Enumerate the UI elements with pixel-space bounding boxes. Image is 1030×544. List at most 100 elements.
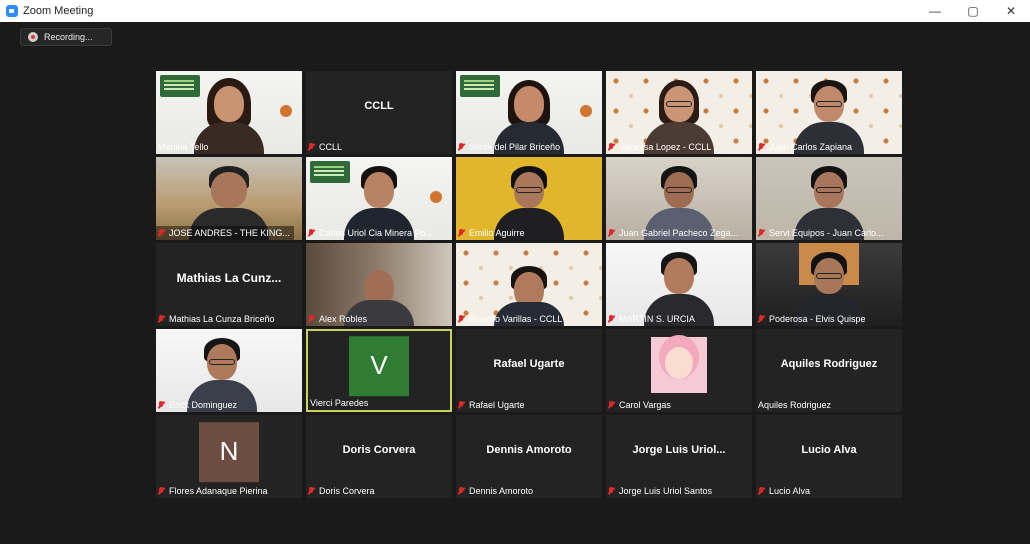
- participant-name: Vanessa Lopez - CCLL: [606, 140, 715, 154]
- participant-name: Sonia del Pilar Briceño: [456, 140, 564, 154]
- participant-tile[interactable]: Doris Corvera Doris Corvera: [306, 415, 452, 498]
- participant-tile[interactable]: Aquiles Rodriguez Aquiles Rodriguez: [756, 329, 902, 412]
- participant-tile[interactable]: Ricardo Varillas - CCLL: [456, 243, 602, 326]
- participant-tile[interactable]: Jorge Luis Uriol... Jorge Luis Uriol San…: [606, 415, 752, 498]
- participant-tile[interactable]: CCLL CCLL: [306, 71, 452, 154]
- mic-muted-icon: [158, 487, 164, 495]
- participant-tile[interactable]: Sonia del Pilar Briceño: [456, 71, 602, 154]
- participant-tile[interactable]: Dennis Amoroto Dennis Amoroto: [456, 415, 602, 498]
- mic-muted-icon: [158, 229, 164, 237]
- glasses: [516, 187, 542, 193]
- participant-tile[interactable]: Alex Robles: [306, 243, 452, 326]
- mic-muted-icon: [758, 143, 764, 151]
- participant-tile[interactable]: Juan Gabriel Pacheco Zega...: [606, 157, 752, 240]
- recording-label: Recording...: [44, 32, 93, 42]
- mic-muted-icon: [758, 315, 764, 323]
- participant-tile[interactable]: Juan Carlos Zapiana: [756, 71, 902, 154]
- participant-name: MARTIN S. URCIA: [606, 312, 699, 326]
- mic-muted-icon: [758, 229, 764, 237]
- participant-name: Servi Equipos - Juan Carlo...: [756, 226, 888, 240]
- recording-indicator[interactable]: Recording...: [20, 28, 112, 46]
- participant-tile[interactable]: Rafael Ugarte Rafael Ugarte: [456, 329, 602, 412]
- participant-tile[interactable]: Carlos Uriol Cia Minera Po...: [306, 157, 452, 240]
- glasses: [816, 273, 842, 279]
- mic-muted-icon: [458, 487, 464, 495]
- participant-display-name: Doris Corvera: [342, 443, 416, 456]
- participant-display-name: Dennis Amoroto: [486, 443, 572, 456]
- mic-muted-icon: [308, 487, 314, 495]
- participant-tile[interactable]: Mathias La Cunz... Mathias La Cunza Bric…: [156, 243, 302, 326]
- mic-muted-icon: [608, 229, 614, 237]
- participant-tile[interactable]: Emilio Aguirre: [456, 157, 602, 240]
- participant-display-name: Aquiles Rodriguez: [780, 357, 878, 370]
- participant-tile[interactable]: Carol Vargas: [606, 329, 752, 412]
- close-button[interactable]: ✕: [992, 0, 1030, 22]
- participant-name: Emilio Aguirre: [456, 226, 529, 240]
- glasses: [666, 101, 692, 107]
- participant-display-name: CCLL: [364, 99, 394, 112]
- participant-name: CCLL: [306, 140, 346, 154]
- mic-muted-icon: [458, 229, 464, 237]
- restore-button[interactable]: ▢: [954, 0, 992, 22]
- participant-tile[interactable]: JOSE ANDRES - THE KING...: [156, 157, 302, 240]
- participant-tile[interactable]: Poderosa - Elvis Quispe: [756, 243, 902, 326]
- participant-name: Carlos Uriol Cia Minera Po...: [306, 226, 437, 240]
- participant-tile[interactable]: MARTIN S. URCIA: [606, 243, 752, 326]
- recording-icon: [28, 32, 38, 42]
- mic-muted-icon: [158, 401, 164, 409]
- mic-muted-icon: [608, 315, 614, 323]
- mic-muted-icon: [608, 143, 614, 151]
- participant-tile[interactable]: Mariela Tello: [156, 71, 302, 154]
- mic-muted-icon: [758, 487, 764, 495]
- mic-muted-icon: [458, 315, 464, 323]
- participant-name: Mariela Tello: [158, 142, 209, 152]
- participant-name: Lucio Alva: [756, 484, 814, 498]
- meeting-content: Recording... Mariela Tello CCLL CCLL Son…: [16, 22, 1030, 544]
- participant-name: Rafael Ugarte: [456, 398, 529, 412]
- participant-tile[interactable]: Erick Dominguez: [156, 329, 302, 412]
- mic-muted-icon: [308, 315, 314, 323]
- glasses: [208, 359, 235, 365]
- window-controls: — ▢ ✕: [916, 0, 1030, 22]
- mic-muted-icon: [308, 143, 314, 151]
- participant-name: Juan Carlos Zapiana: [756, 140, 856, 154]
- minimize-button[interactable]: —: [916, 0, 954, 22]
- participant-name: Dennis Amoroto: [456, 484, 537, 498]
- glasses: [666, 187, 692, 193]
- participant-name: Doris Corvera: [306, 484, 379, 498]
- participant-name: Erick Dominguez: [156, 398, 241, 412]
- participant-avatar: V: [349, 335, 409, 396]
- participant-name: Alex Robles: [306, 312, 371, 326]
- participant-tile[interactable]: Lucio Alva Lucio Alva: [756, 415, 902, 498]
- participant-name: Jorge Luis Uriol Santos: [606, 484, 716, 498]
- mic-muted-icon: [308, 229, 314, 237]
- participant-display-name: Rafael Ugarte: [493, 357, 565, 370]
- window-titlebar: Zoom Meeting — ▢ ✕: [0, 0, 1030, 22]
- participant-display-name: Mathias La Cunz...: [176, 270, 282, 285]
- participant-tile-active-speaker[interactable]: V Vierci Paredes: [306, 329, 452, 412]
- participant-name: Ricardo Varillas - CCLL: [456, 312, 566, 326]
- logo-mark: [580, 105, 592, 117]
- participant-tile[interactable]: Vanessa Lopez - CCLL: [606, 71, 752, 154]
- participant-name: Flores Adanaque Pierina: [156, 484, 272, 498]
- participant-avatar: N: [199, 421, 259, 482]
- window-title: Zoom Meeting: [23, 5, 94, 17]
- logo-mark: [430, 191, 442, 203]
- mic-muted-icon: [608, 401, 614, 409]
- participant-name: JOSE ANDRES - THE KING...: [156, 226, 294, 240]
- participant-tile[interactable]: N Flores Adanaque Pierina: [156, 415, 302, 498]
- participant-name: Carol Vargas: [606, 398, 675, 412]
- glasses: [816, 101, 842, 107]
- participant-name: Mathias La Cunza Briceño: [156, 312, 279, 326]
- mic-muted-icon: [458, 401, 464, 409]
- mic-muted-icon: [608, 487, 614, 495]
- mic-muted-icon: [158, 315, 164, 323]
- gallery-grid: Mariela Tello CCLL CCLL Sonia del Pilar …: [156, 71, 902, 498]
- participant-name: Poderosa - Elvis Quispe: [756, 312, 870, 326]
- profile-picture: [651, 337, 707, 393]
- logo-mark: [280, 105, 292, 117]
- zoom-app-icon: [6, 5, 18, 17]
- glasses: [816, 187, 842, 193]
- participant-display-name: Lucio Alva: [801, 443, 857, 456]
- participant-tile[interactable]: Servi Equipos - Juan Carlo...: [756, 157, 902, 240]
